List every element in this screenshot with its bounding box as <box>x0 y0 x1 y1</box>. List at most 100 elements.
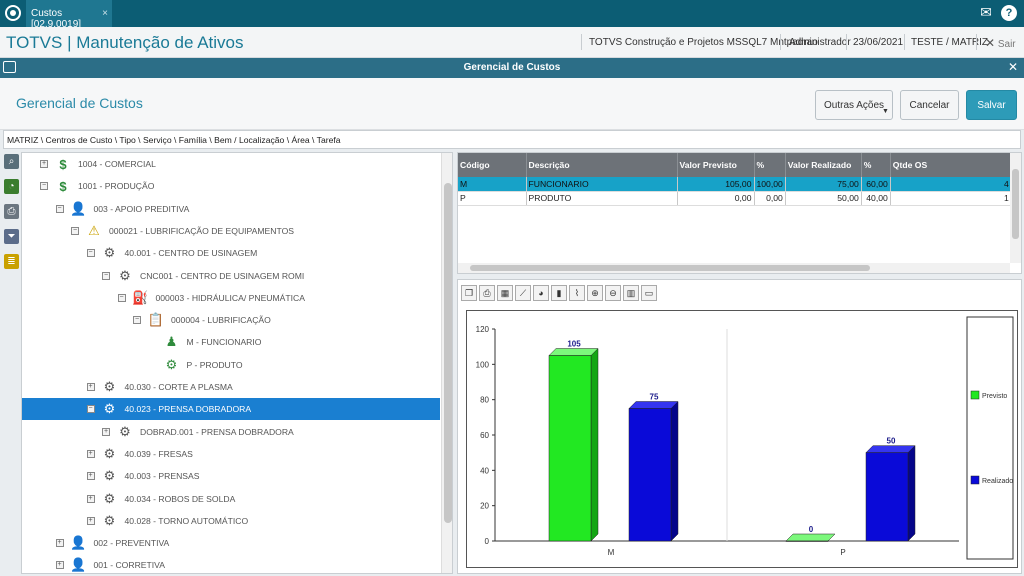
tree-node-label: CNC001 - CENTRO DE USINAGEM ROMI <box>140 270 305 281</box>
bar-side <box>907 445 916 542</box>
chart-panel: ❐ ⎙ ▦ ⟋ ◕ ▮ ⌇ ⊕ ⊖ ▥ ▭ 0 20 40 60 80 100 120 M 10… <box>457 279 1022 574</box>
tree-node-label: 001 - CORRETIVA <box>93 560 165 571</box>
pie-chart-icon[interactable]: ◕ <box>533 285 549 301</box>
y-tick-label: 0 <box>485 537 490 546</box>
tab-custos[interactable]: Custos [02.9.0019] × <box>26 0 112 30</box>
data-label: 0 <box>809 525 814 534</box>
pie-chart-icon[interactable]: ◔ <box>4 179 19 194</box>
collapse-icon[interactable]: − <box>40 182 48 191</box>
grid-vertical-scrollbar-thumb[interactable] <box>1012 169 1019 239</box>
tree-scrollbar-thumb[interactable] <box>444 183 452 523</box>
expand-icon[interactable]: + <box>86 383 95 391</box>
tree-node[interactable]: − ⚠ 000021 - LUBRIFICAÇÃO DE EQUIPAMENTOS <box>22 220 440 242</box>
collapse-icon[interactable]: − <box>86 405 95 414</box>
area-chart-icon[interactable]: ⌇ <box>569 285 585 301</box>
search-icon[interactable]: ⌕ <box>4 154 19 169</box>
tree-node[interactable]: − ⚙ CNC001 - CENTRO DE USINAGEM ROMI <box>22 265 440 287</box>
column-header[interactable]: Qtde OS <box>890 153 1012 177</box>
save-button[interactable]: Salvar <box>966 90 1017 120</box>
table-cell: 75,00 <box>785 177 862 192</box>
tree-node[interactable]: + ⚙ 40.039 - FRESAS <box>22 443 440 465</box>
tree-node[interactable]: + $1004 - COMERCIAL <box>22 153 440 175</box>
cost-tree-panel: + $1004 - COMERCIAL − $1001 - PRODUÇÃO − 👤 003… <box>21 152 453 574</box>
copy-icon[interactable]: ❐ <box>461 285 477 301</box>
save-icon[interactable]: ▦ <box>497 285 513 301</box>
collapse-icon[interactable]: − <box>86 249 95 258</box>
tree-node-label: 40.001 - CENTRO DE USINAGEM <box>124 248 258 259</box>
column-header[interactable]: % <box>861 153 891 177</box>
page-icon[interactable]: ▭ <box>641 285 657 301</box>
column-header[interactable]: Valor Realizado <box>785 153 862 177</box>
tree-node[interactable]: + ⚙ 40.003 - PRENSAS <box>22 465 440 487</box>
tree-node[interactable]: + 👤 002 - PREVENTIVA <box>22 532 440 554</box>
column-header[interactable]: Valor Previsto <box>677 153 755 177</box>
window-close-icon[interactable]: ✕ <box>1006 60 1020 75</box>
left-toolbar: ⌕ ◔ ⎙ ⏷ ≣ <box>3 152 21 272</box>
tree-node[interactable]: ⚙ P - PRODUTO <box>22 354 440 376</box>
expand-icon[interactable]: + <box>55 539 64 548</box>
grid-horizontal-scrollbar[interactable] <box>458 263 1010 273</box>
tab-close-icon[interactable]: × <box>102 8 108 27</box>
notes-icon[interactable]: ≣ <box>4 254 19 269</box>
cancel-button[interactable]: Cancelar <box>900 90 959 120</box>
y-tick-label: 60 <box>480 431 489 440</box>
tree-node[interactable]: − ⛽ 000003 - HIDRÁULICA/ PNEUMÁTICA <box>22 287 440 309</box>
help-icon[interactable]: ? <box>1001 5 1017 21</box>
collapse-icon[interactable]: − <box>133 316 141 325</box>
line-chart-icon[interactable]: ⟋ <box>515 285 531 301</box>
zoom-in-icon[interactable]: ⊕ <box>587 285 603 301</box>
filter-icon[interactable]: ⏷ <box>4 229 19 244</box>
tree-node[interactable]: + ⚙ 40.034 - ROBOS DE SOLDA <box>22 488 440 510</box>
zoom-out-icon[interactable]: ⊖ <box>605 285 621 301</box>
collapse-icon[interactable]: − <box>117 293 126 302</box>
table-row[interactable]: M FUNCIONARIO 105,00 100,00 75,00 60,00 4 <box>458 177 1012 192</box>
column-header[interactable]: Código <box>458 153 527 177</box>
expand-icon[interactable]: + <box>40 160 48 168</box>
data-label: 50 <box>887 437 896 446</box>
chart-settings-icon[interactable]: ▥ <box>623 285 639 301</box>
user-name: Administrador <box>789 37 851 48</box>
tree-scrollbar[interactable] <box>441 153 452 573</box>
collapse-icon[interactable]: − <box>71 226 79 235</box>
tree-node[interactable]: + 👤 001 - CORRETIVA <box>22 554 440 573</box>
tree-node-label: 1001 - PRODUÇÃO <box>78 181 155 192</box>
expand-icon[interactable]: + <box>55 561 64 570</box>
exit-button[interactable]: ✕ Sair <box>985 36 1016 50</box>
tree-node-label: 1004 - COMERCIAL <box>78 159 156 169</box>
print-icon[interactable]: ⎙ <box>479 285 495 301</box>
gears-icon: ⚙ <box>103 401 116 417</box>
expand-icon[interactable]: + <box>102 427 110 436</box>
oil-can-icon: ⛽ <box>132 289 149 305</box>
expand-icon[interactable]: + <box>86 449 95 458</box>
y-tick-label: 100 <box>476 360 490 369</box>
expand-icon[interactable]: + <box>86 472 95 481</box>
tree-node[interactable]: + ⚙ DOBRAD.001 - PRENSA DOBRADORA <box>22 421 440 443</box>
column-header[interactable]: Descrição <box>526 153 678 177</box>
tree-node[interactable]: − 📋 000004 - LUBRIFICAÇÃO <box>22 309 440 331</box>
table-row[interactable]: P PRODUTO 0,00 0,00 50,00 40,00 1 <box>458 191 1012 206</box>
other-actions-button[interactable]: Outras Ações <box>815 90 893 120</box>
y-tick-label: 80 <box>480 396 489 405</box>
table-cell: 60,00 <box>861 177 891 192</box>
grid-vertical-scrollbar[interactable] <box>1010 153 1021 263</box>
tree-node[interactable]: + ⚙ 40.028 - TORNO AUTOMÁTICO <box>22 510 440 532</box>
totvs-logo-icon[interactable] <box>5 5 21 21</box>
bar-top <box>548 348 599 356</box>
tree-node[interactable]: − ⚙ 40.001 - CENTRO DE USINAGEM <box>22 242 440 264</box>
tree-node[interactable]: − ⚙ 40.023 - PRENSA DOBRADORA <box>22 398 440 421</box>
table-cell: 4 <box>890 177 1012 192</box>
expand-icon[interactable]: + <box>86 494 95 503</box>
tree-node[interactable]: − $1001 - PRODUÇÃO <box>22 175 440 197</box>
tree-node[interactable]: − 👤 003 - APOIO PREDITIVA <box>22 198 440 220</box>
print-icon[interactable]: ⎙ <box>4 204 19 219</box>
tree-node[interactable]: ♟ M - FUNCIONARIO <box>22 331 440 353</box>
tree-node-label: 40.028 - TORNO AUTOMÁTICO <box>124 515 249 526</box>
column-header[interactable]: % <box>754 153 786 177</box>
mail-icon[interactable]: ✉ <box>976 4 996 22</box>
bar-chart-icon[interactable]: ▮ <box>551 285 567 301</box>
collapse-icon[interactable]: − <box>102 271 110 280</box>
tree-node[interactable]: + ⚙ 40.030 - CORTE A PLASMA <box>22 376 440 398</box>
collapse-icon[interactable]: − <box>55 204 64 213</box>
grid-horizontal-scrollbar-thumb[interactable] <box>470 265 870 271</box>
expand-icon[interactable]: + <box>86 516 95 525</box>
